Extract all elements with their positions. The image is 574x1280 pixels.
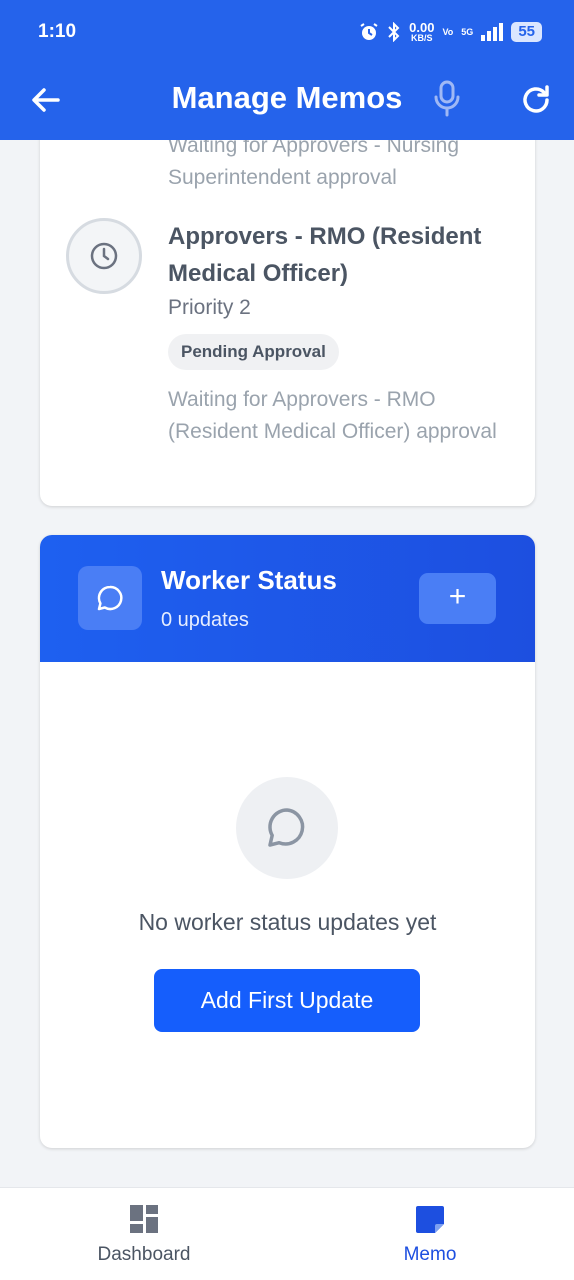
worker-status-icon-box bbox=[78, 566, 142, 630]
nav-label-dashboard: Dashboard bbox=[97, 1244, 191, 1265]
status-time: 1:10 bbox=[38, 21, 77, 42]
approver-card: Waiting for Approvers - Nursing Superint… bbox=[40, 100, 535, 506]
page-title: Manage Memos bbox=[171, 80, 403, 115]
worker-status-card: Worker Status 0 updates + No worker stat… bbox=[40, 535, 535, 1148]
refresh-icon[interactable] bbox=[518, 82, 554, 118]
worker-status-header: Worker Status 0 updates + bbox=[40, 535, 535, 662]
worker-status-count: 0 updates bbox=[161, 609, 249, 631]
add-update-button[interactable]: + bbox=[419, 573, 496, 624]
chat-bubble-icon bbox=[97, 585, 123, 611]
top-bar: 1:10 0.00 KB/S Vo 5G 55 Manage Memos bbox=[0, 0, 574, 140]
status-icons: 0.00 KB/S Vo 5G 55 bbox=[359, 20, 542, 44]
app-bar: Manage Memos bbox=[0, 64, 574, 140]
empty-state-circle bbox=[236, 777, 338, 879]
battery-icon: 55 bbox=[511, 22, 542, 42]
nav-item-dashboard[interactable]: Dashboard bbox=[44, 1188, 244, 1280]
alarm-icon bbox=[360, 23, 378, 40]
net-speed: 0.00 KB/S bbox=[409, 21, 434, 43]
empty-state-text: No worker status updates yet bbox=[138, 909, 437, 935]
volte-indicator: Vo bbox=[442, 26, 454, 37]
bottom-nav: Dashboard Memo bbox=[0, 1187, 574, 1280]
chat-bubble-icon bbox=[268, 808, 305, 847]
status-bar: 1:10 0.00 KB/S Vo 5G 55 bbox=[0, 0, 574, 64]
signal-icon bbox=[481, 23, 504, 41]
network-type: 5G bbox=[461, 26, 474, 37]
approver-status-circle bbox=[66, 218, 142, 294]
approver-title: Approvers - RMO (Resident Medical Office… bbox=[168, 223, 482, 287]
memo-note-icon bbox=[416, 1206, 444, 1233]
status-badge: Pending Approval bbox=[168, 334, 339, 370]
add-first-update-button[interactable]: Add First Update bbox=[154, 969, 420, 1032]
microphone-icon[interactable] bbox=[432, 80, 462, 118]
worker-status-title: Worker Status bbox=[161, 565, 337, 595]
nav-label-memo: Memo bbox=[403, 1244, 457, 1265]
dashboard-grid-icon bbox=[130, 1205, 158, 1233]
priority-label: Priority 2 bbox=[168, 296, 251, 319]
clock-icon bbox=[90, 242, 118, 270]
nav-item-memo[interactable]: Memo bbox=[330, 1188, 530, 1280]
waiting-text: Waiting for Approvers - RMO (Resident Me… bbox=[168, 388, 497, 443]
net-speed-unit: KB/S bbox=[411, 33, 433, 43]
bluetooth-icon bbox=[388, 22, 400, 42]
